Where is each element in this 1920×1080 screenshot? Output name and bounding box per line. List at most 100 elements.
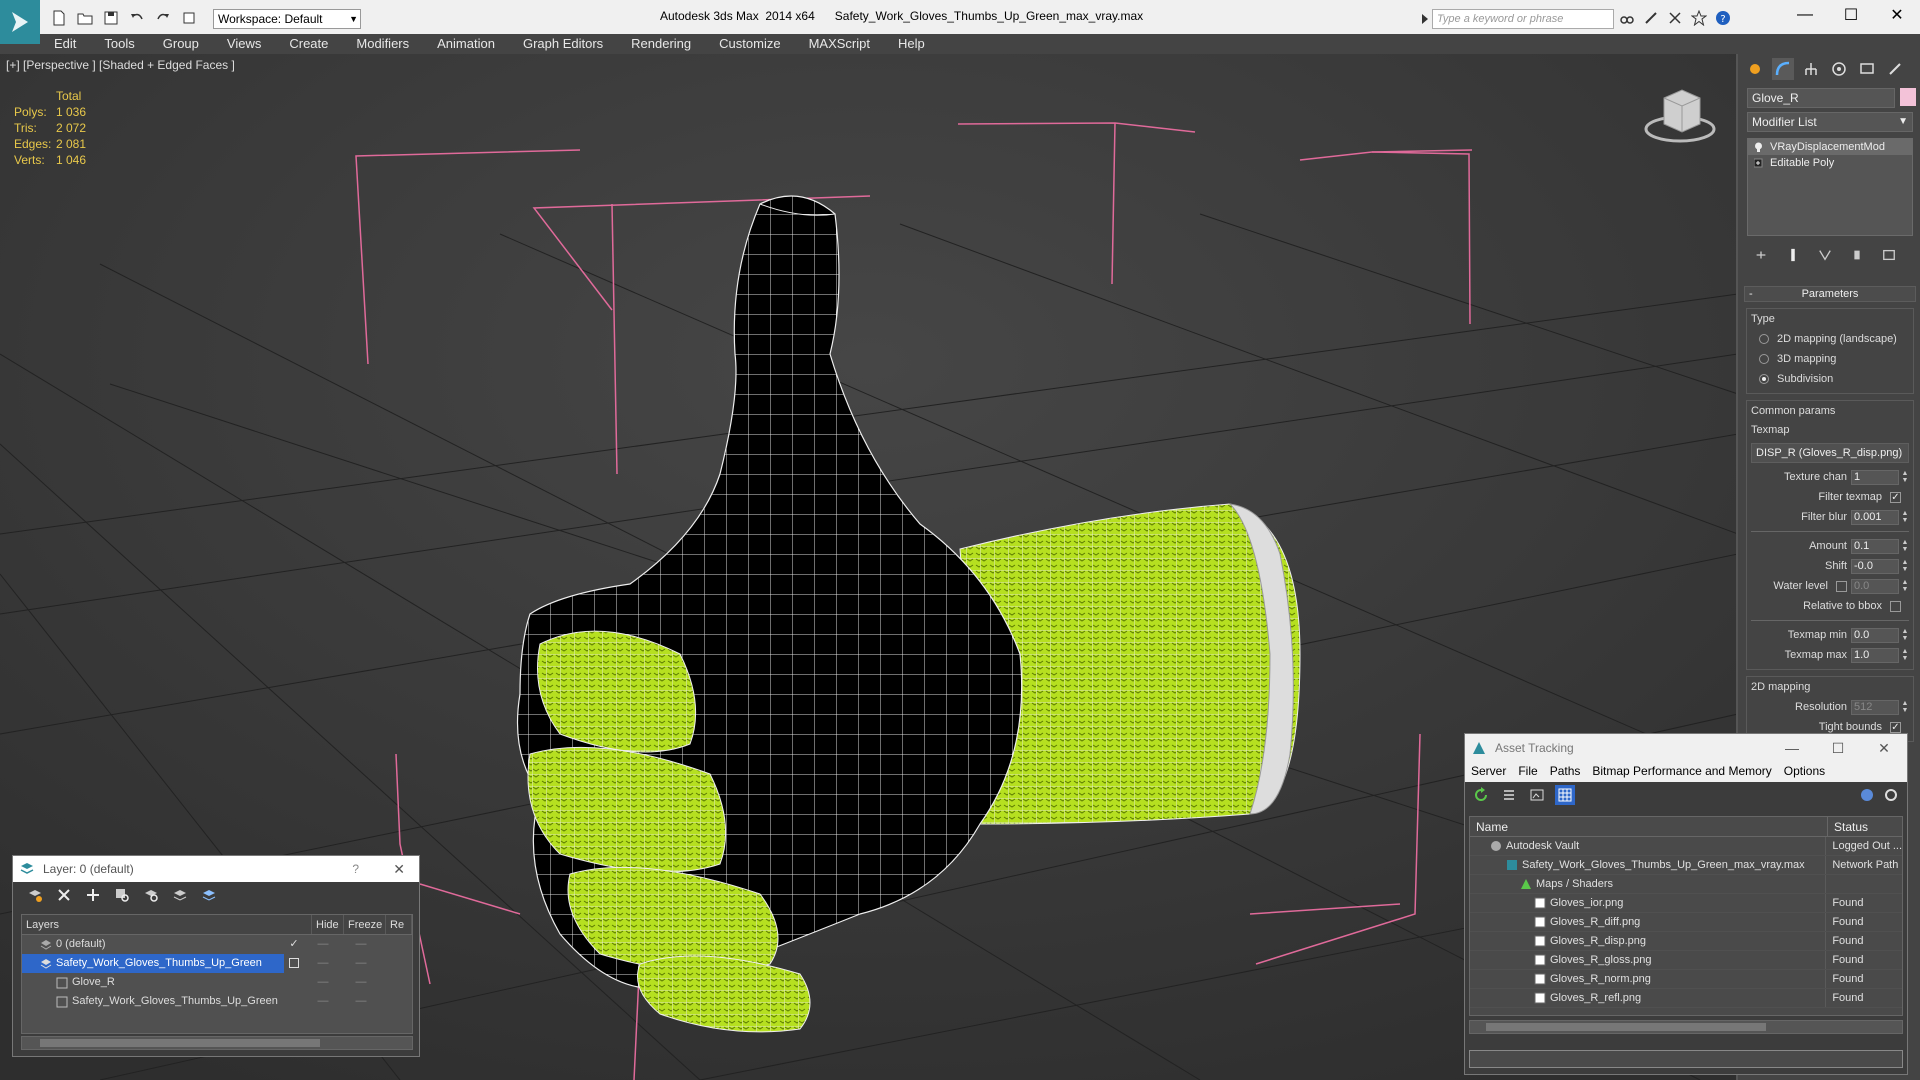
hide-toggle[interactable]: — [304, 973, 342, 992]
menu-views[interactable]: Views [213, 34, 275, 54]
search-expand-icon[interactable] [1420, 12, 1430, 26]
asset-menu-file[interactable]: File [1512, 762, 1543, 782]
binoculars-icon[interactable] [1618, 9, 1636, 27]
maximize-button[interactable]: ☐ [1815, 734, 1861, 762]
asset-menu-bitmap-performance[interactable]: Bitmap Performance and Memory [1586, 762, 1777, 782]
redo-icon[interactable] [152, 8, 174, 28]
asset-row[interactable]: Safety_Work_Gloves_Thumbs_Up_Green_max_v… [1470, 856, 1902, 875]
remove-modifier-icon[interactable] [1848, 246, 1866, 264]
asset-row[interactable]: Gloves_R_norm.png Found [1470, 970, 1902, 989]
layer-row[interactable]: Safety_Work_Gloves_Thumbs_Up_Green — — [22, 954, 412, 973]
project-folder-icon[interactable] [178, 8, 200, 28]
refresh-icon[interactable] [1471, 785, 1491, 805]
menu-group[interactable]: Group [149, 34, 213, 54]
freeze-toggle[interactable]: — [342, 992, 380, 1011]
asset-row[interactable]: Gloves_ior.png Found [1470, 894, 1902, 913]
resolution-spinner[interactable]: 512 [1851, 699, 1899, 715]
undo-icon[interactable] [126, 8, 148, 28]
object-name-field[interactable]: Glove_R [1747, 88, 1895, 108]
pin-stack-icon[interactable] [1752, 246, 1770, 264]
save-file-icon[interactable] [100, 8, 122, 28]
hide-toggle[interactable]: — [304, 992, 342, 1011]
help-button[interactable]: ? [352, 856, 359, 882]
radio-button[interactable] [1759, 334, 1769, 344]
list-view-icon[interactable] [1499, 785, 1519, 805]
spinner-arrows-icon[interactable]: ▲ ▼ [1901, 510, 1909, 525]
menu-graph-editors[interactable]: Graph Editors [509, 34, 617, 54]
stack-item-vraydisplacement[interactable]: VRayDisplacementMod [1748, 139, 1912, 155]
minimize-button[interactable]: — [1769, 734, 1815, 762]
subscription-icon[interactable] [1642, 9, 1660, 27]
add-to-layer-icon[interactable] [85, 887, 101, 903]
create-tab-icon[interactable] [1744, 58, 1766, 80]
help-icon[interactable]: ? [1714, 9, 1732, 27]
layer-object-row[interactable]: Glove_R — — [22, 973, 412, 992]
app-menu-button[interactable] [0, 0, 40, 44]
spinner-arrows-icon[interactable]: ▲ ▼ [1901, 579, 1909, 594]
help-icon[interactable] [1857, 785, 1877, 805]
column-header-name[interactable]: Name [1470, 817, 1828, 836]
spinner-arrows-icon[interactable]: ▲ ▼ [1901, 470, 1909, 485]
open-file-icon[interactable] [74, 8, 96, 28]
asset-menu-options[interactable]: Options [1778, 762, 1831, 782]
hide-toggle[interactable]: — [304, 954, 342, 973]
asset-row[interactable]: Autodesk Vault Logged Out ... [1470, 837, 1902, 856]
search-input[interactable]: Type a keyword or phrase [1432, 9, 1614, 29]
amount-spinner[interactable]: 0.1 [1851, 538, 1899, 554]
radio-button[interactable] [1759, 374, 1769, 384]
radio-2d-mapping[interactable]: 2D mapping (landscape) [1751, 329, 1909, 349]
scrollbar-thumb[interactable] [1486, 1023, 1766, 1031]
menu-help[interactable]: Help [884, 34, 939, 54]
highlight-layer-icon[interactable] [143, 887, 159, 903]
favorites-star-icon[interactable] [1690, 9, 1708, 27]
parameters-rollout-header[interactable]: - Parameters [1744, 286, 1916, 302]
create-layer-icon[interactable] [27, 887, 43, 903]
asset-row[interactable]: Maps / Shaders [1470, 875, 1902, 894]
stack-item-editable-poly[interactable]: Editable Poly [1748, 155, 1912, 171]
horizontal-scrollbar[interactable] [1469, 1020, 1903, 1034]
menu-create[interactable]: Create [275, 34, 342, 54]
lightbulb-icon[interactable] [1754, 142, 1763, 152]
column-header-freeze[interactable]: Freeze [344, 915, 386, 934]
utilities-tab-icon[interactable] [1884, 58, 1906, 80]
hide-all-layers-icon[interactable] [172, 887, 188, 903]
make-unique-icon[interactable] [1816, 246, 1834, 264]
filter-texmap-checkbox[interactable]: ✓ [1890, 491, 1901, 503]
shift-spinner[interactable]: -0.0 [1851, 558, 1899, 574]
water-level-spinner[interactable]: 0.0 [1851, 578, 1899, 594]
close-button[interactable]: ✕ [1861, 734, 1907, 762]
radio-subdivision[interactable]: Subdivision [1751, 369, 1909, 389]
asset-dialog-titlebar[interactable]: Asset Tracking — ☐ ✕ [1465, 734, 1907, 762]
object-color-swatch[interactable] [1900, 88, 1916, 106]
vault-settings-icon[interactable] [1881, 785, 1901, 805]
close-button[interactable]: ✕ [393, 856, 405, 882]
texmap-button[interactable]: DISP_R (Gloves_R_disp.png) [1751, 443, 1909, 463]
freeze-toggle[interactable]: — [342, 973, 380, 992]
menu-modifiers[interactable]: Modifiers [342, 34, 423, 54]
motion-tab-icon[interactable] [1828, 58, 1850, 80]
layer-object-row[interactable]: Safety_Work_Gloves_Thumbs_Up_Green — — [22, 992, 412, 1011]
maximize-button[interactable]: ☐ [1828, 0, 1874, 30]
show-end-result-icon[interactable] [1784, 246, 1802, 264]
thumbnail-view-icon[interactable] [1527, 785, 1547, 805]
spinner-arrows-icon[interactable]: ▲ ▼ [1901, 628, 1909, 643]
texmap-max-spinner[interactable]: 1.0 [1851, 647, 1899, 663]
menu-edit[interactable]: Edit [40, 34, 90, 54]
viewport-label[interactable]: [+] [Perspective ] [Shaded + Edged Faces… [6, 58, 235, 72]
modify-tab-icon[interactable] [1772, 58, 1794, 80]
column-header-layers[interactable]: Layers [22, 915, 312, 934]
asset-row[interactable]: Gloves_R_disp.png Found [1470, 932, 1902, 951]
select-objects-icon[interactable] [114, 887, 130, 903]
spinner-arrows-icon[interactable]: ▲ ▼ [1901, 559, 1909, 574]
expand-plus-icon[interactable] [1754, 158, 1763, 168]
asset-row[interactable]: Gloves_R_refl.png Found [1470, 989, 1902, 1008]
scrollbar-thumb[interactable] [40, 1039, 320, 1047]
layer-dialog-titlebar[interactable]: Layer: 0 (default) ? ✕ [13, 856, 419, 882]
hide-toggle[interactable]: — [304, 935, 342, 954]
filter-blur-spinner[interactable]: 0.001 [1851, 509, 1899, 525]
modifier-list-dropdown[interactable]: Modifier List ▼ [1747, 112, 1913, 132]
new-file-icon[interactable] [48, 8, 70, 28]
configure-modifier-sets-icon[interactable] [1880, 246, 1898, 264]
water-level-checkbox[interactable] [1836, 580, 1847, 592]
display-tab-icon[interactable] [1856, 58, 1878, 80]
